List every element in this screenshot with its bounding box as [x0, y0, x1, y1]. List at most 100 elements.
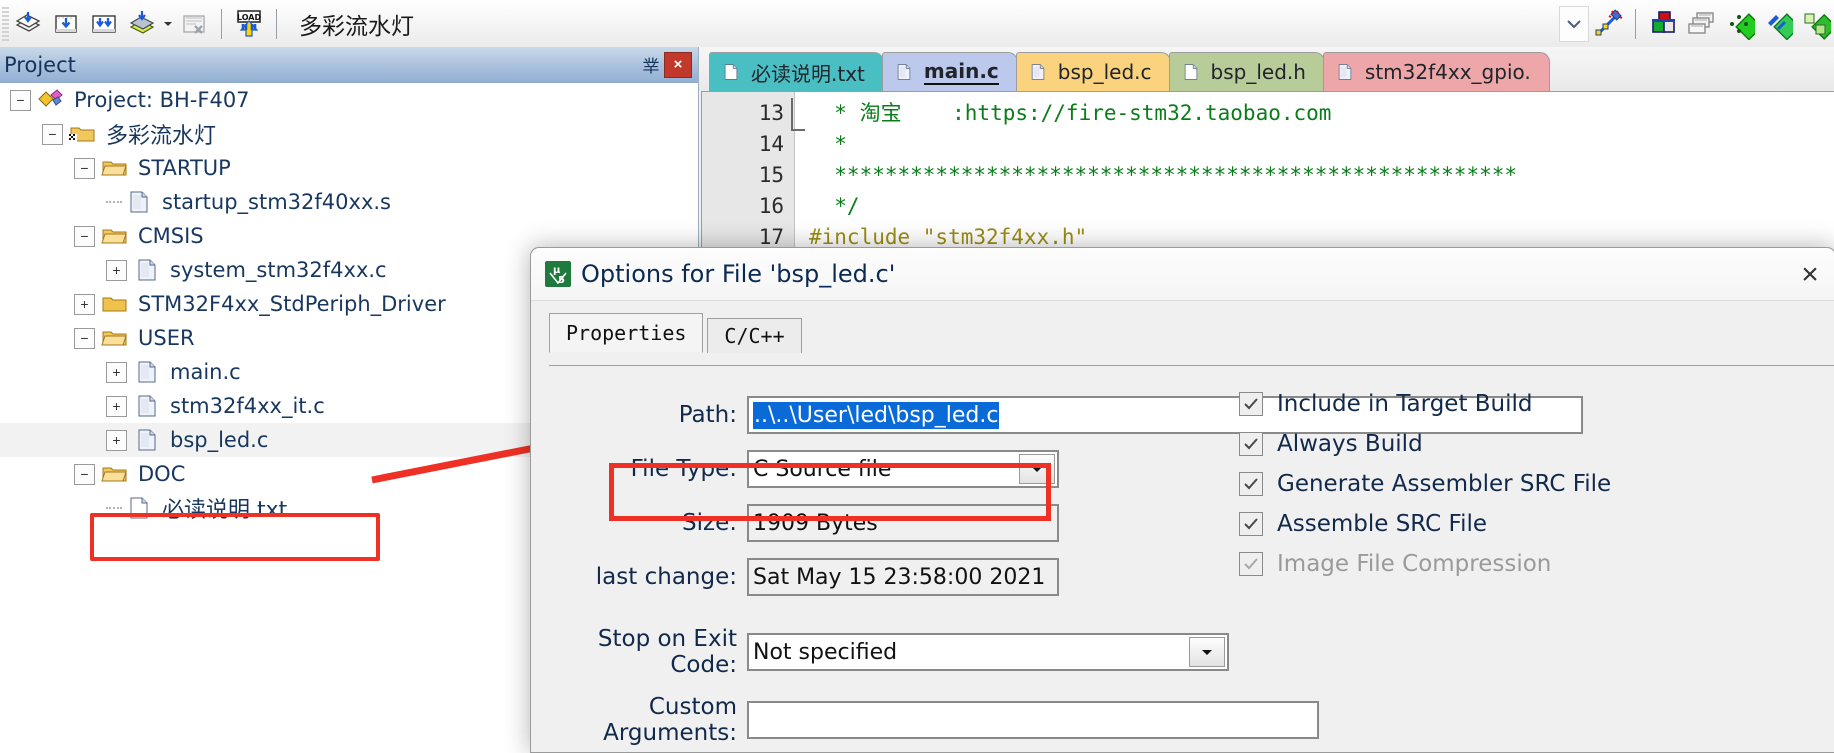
code-line[interactable]: */ [809, 191, 1834, 222]
code-line[interactable]: * 淘宝 :https://fire-stm32.taobao.com [809, 98, 1834, 129]
checkbox-row[interactable]: Always Build [1239, 424, 1611, 464]
dialog-tab-c-c++[interactable]: C/C++ [707, 318, 802, 353]
collapse-icon[interactable]: − [74, 157, 95, 179]
c-file-icon [1338, 64, 1352, 80]
custom-arguments-label: Custom Arguments: [603, 694, 737, 746]
fold-bracket-icon[interactable] [791, 98, 805, 131]
expand-icon[interactable]: + [106, 361, 127, 383]
checkbox-checked-icon[interactable] [1239, 512, 1263, 536]
dialog-tab-properties[interactable]: Properties [549, 313, 704, 353]
tree-item-label: startup_stm32f40xx.s [162, 190, 391, 214]
select-software-packs-icon[interactable] [1796, 5, 1834, 43]
stop-on-exit-code-label: Stop on Exit Code: [597, 626, 737, 678]
chevron-down-icon[interactable] [161, 5, 175, 43]
expand-icon[interactable]: + [106, 395, 127, 417]
editor-tab[interactable]: main.c [881, 52, 1018, 91]
checkbox-checked-icon[interactable] [1239, 392, 1263, 416]
c-file-icon [138, 361, 156, 383]
last-change-label: last change: [595, 564, 737, 590]
editor-tabstrip: 必读说明.txt main.c bsp_led.c bsp_led.h stm32f4x… [699, 47, 1834, 91]
file-type-highlight-box [609, 463, 1051, 521]
checkbox-label: Always Build [1277, 431, 1423, 457]
dialog-body: Properties C/C++ Path: ..\..\User\led\bsp… [531, 301, 1834, 752]
path-label: Path: [678, 402, 737, 428]
editor-tab-label: main.c [923, 59, 999, 85]
line-number: 13 [758, 101, 784, 125]
uvision-icon: μ 5 [545, 261, 571, 287]
editor-tab[interactable]: stm32f4xx_gpio. [1322, 52, 1550, 91]
project-icon [38, 89, 63, 107]
dialog-close-icon[interactable]: × [1793, 258, 1827, 292]
build-icon[interactable] [47, 5, 85, 43]
checkbox-label: Include in Target Build [1277, 391, 1533, 417]
configure-icon[interactable] [1589, 5, 1627, 43]
stop-on-exit-code-value: Not specified [753, 639, 898, 665]
tree-item[interactable]: − STARTUP [0, 151, 697, 185]
collapse-icon[interactable]: − [74, 327, 95, 349]
stop-build-icon[interactable] [175, 5, 213, 43]
editor-tab[interactable]: bsp_led.h [1168, 52, 1325, 91]
toolbar-separator-1 [221, 8, 222, 39]
collapse-icon[interactable]: − [74, 463, 95, 485]
collapse-icon[interactable]: − [74, 225, 95, 247]
properties-tab-pane: Path: ..\..\User\led\bsp_led.c File Type… [549, 365, 1834, 752]
manage-run-env-icon[interactable] [1758, 5, 1796, 43]
c-file-icon [138, 259, 156, 281]
manage-windows-icon[interactable] [1682, 5, 1720, 43]
dialog-tabs[interactable]: Properties C/C++ [531, 313, 1834, 353]
bsp-led-highlight-box [90, 513, 380, 561]
target-selector-dropdown[interactable] [1559, 5, 1589, 42]
stop-on-exit-code-combo[interactable]: Not specified [747, 633, 1229, 671]
tree-item-label: STARTUP [138, 156, 231, 180]
last-change-value: Sat May 15 23:58:00 2021 [753, 564, 1046, 590]
asm-file-icon [130, 191, 148, 213]
checkbox-row[interactable]: Assemble SRC File [1239, 504, 1611, 544]
tree-item[interactable]: startup_stm32f40xx.s [0, 185, 697, 219]
tree-item-label: CMSIS [138, 224, 204, 248]
checkbox-label: Generate Assembler SRC File [1277, 471, 1612, 497]
editor-tab[interactable]: bsp_led.c [1015, 52, 1171, 91]
pin-icon[interactable]: 丵 [638, 52, 664, 78]
project-panel-title: Project [4, 52, 76, 77]
active-project-name: 多彩流水灯 [299, 13, 414, 40]
collapse-icon[interactable]: − [10, 89, 31, 111]
expand-icon[interactable]: + [106, 259, 127, 281]
folder-icon [101, 229, 127, 244]
checkbox-checked-icon[interactable] [1239, 472, 1263, 496]
editor-tab-label: bsp_led.h [1210, 60, 1306, 84]
options-for-file-dialog: μ 5 Options for File 'bsp_led.c' × Prope… [530, 247, 1834, 753]
target-options-icon[interactable] [1644, 5, 1682, 43]
checkbox-row[interactable]: Include in Target Build [1239, 384, 1611, 424]
toolbar-separator-3 [1635, 8, 1636, 39]
folder-icon [101, 161, 127, 176]
target-folder-icon [69, 127, 95, 142]
code-line[interactable]: ****************************************… [809, 160, 1834, 191]
collapse-icon[interactable]: − [42, 123, 63, 145]
rebuild-icon[interactable] [85, 5, 123, 43]
toolbar-grip[interactable] [2, 6, 9, 41]
expand-icon[interactable]: + [74, 293, 95, 315]
editor-tab[interactable]: 必读说明.txt [709, 52, 884, 91]
tree-item[interactable]: − 多彩流水灯 [0, 117, 697, 151]
expand-icon[interactable]: + [106, 429, 127, 451]
tree-item-label: 多彩流水灯 [106, 124, 217, 149]
stop-on-exit-code-dropdown-arrow[interactable] [1189, 637, 1225, 667]
editor-tab-label: stm32f4xx_gpio. [1364, 60, 1531, 84]
custom-arguments-input[interactable] [747, 701, 1319, 739]
tree-item-label: stm32f4xx_it.c [170, 394, 325, 418]
checkbox-row[interactable]: Generate Assembler SRC File [1239, 464, 1611, 504]
code-line[interactable]: * [809, 129, 1834, 160]
batch-build-icon[interactable] [123, 5, 161, 43]
c-file-icon [138, 395, 156, 417]
checkbox-checked-icon[interactable] [1239, 432, 1263, 456]
close-icon[interactable]: × [664, 51, 692, 78]
pack-installer-icon[interactable] [1720, 5, 1758, 43]
main-toolbar: LOAD 多彩流水灯 [0, 0, 1834, 48]
tree-item-label: USER [138, 326, 195, 350]
checkbox-label: Assemble SRC File [1277, 511, 1487, 537]
tree-item[interactable]: − Project: BH-F407 [0, 83, 697, 117]
tree-connector [106, 506, 122, 510]
translate-icon[interactable] [9, 5, 47, 43]
editor-tab-label: bsp_led.c [1057, 60, 1152, 84]
download-icon[interactable]: LOAD [230, 5, 268, 43]
